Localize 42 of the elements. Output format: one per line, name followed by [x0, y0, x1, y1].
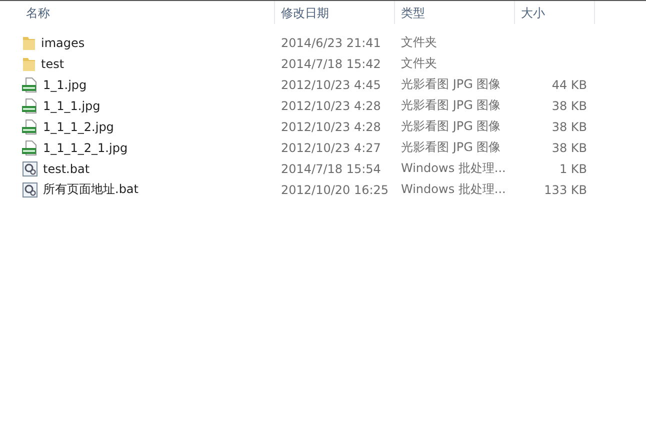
image-file-icon [22, 140, 38, 156]
file-name[interactable]: 所有页面地址.bat [43, 181, 138, 198]
file-name[interactable]: images [41, 36, 85, 50]
file-name[interactable]: 1_1.jpg [43, 78, 87, 92]
date-modified: 2012/10/20 16:25 [281, 182, 389, 196]
file-type: 光影看图 JPG 图像 [401, 119, 501, 133]
date-modified: 2014/6/23 21:41 [281, 36, 381, 50]
image-file-icon [22, 98, 38, 114]
gear-file-icon [22, 160, 38, 176]
file-size: 44 KB [552, 78, 587, 92]
file-type: Windows 批处理... [401, 161, 506, 175]
file-size: 1 KB [559, 162, 587, 176]
file-name[interactable]: test.bat [43, 162, 90, 176]
file-size: 38 KB [552, 98, 587, 112]
file-type: 文件夹 [401, 35, 437, 49]
date-modified: 2014/7/18 15:42 [281, 56, 381, 70]
column-header[interactable]: 名称 [20, 1, 275, 24]
date-modified: 2012/10/23 4:27 [281, 140, 381, 154]
date-modified: 2012/10/23 4:28 [281, 98, 381, 112]
column-header[interactable]: 修改日期 [275, 1, 395, 24]
file-type: 文件夹 [401, 56, 437, 70]
image-file-icon [22, 118, 38, 134]
gear-file-icon [22, 182, 38, 198]
date-modified: 2012/10/23 4:28 [281, 120, 381, 134]
date-modified: 2012/10/23 4:45 [281, 78, 381, 92]
column-header[interactable]: 类型 [395, 1, 515, 24]
file-name[interactable]: 1_1_1_2.jpg [43, 120, 114, 134]
image-file-icon [22, 76, 38, 92]
file-type: 光影看图 JPG 图像 [401, 140, 501, 154]
folder-icon [22, 34, 36, 50]
file-type: 光影看图 JPG 图像 [401, 77, 501, 91]
folder-icon [22, 56, 36, 72]
file-type: Windows 批处理... [401, 182, 506, 196]
file-size: 38 KB [552, 140, 587, 154]
file-size: 133 KB [544, 182, 587, 196]
file-name[interactable]: test [41, 56, 64, 70]
file-type: 光影看图 JPG 图像 [401, 98, 501, 112]
column-header[interactable]: 大小 [515, 1, 595, 24]
file-size: 38 KB [552, 120, 587, 134]
file-name[interactable]: 1_1_1_2_1.jpg [43, 140, 128, 154]
file-name[interactable]: 1_1_1.jpg [43, 98, 100, 112]
date-modified: 2014/7/18 15:54 [281, 162, 381, 176]
